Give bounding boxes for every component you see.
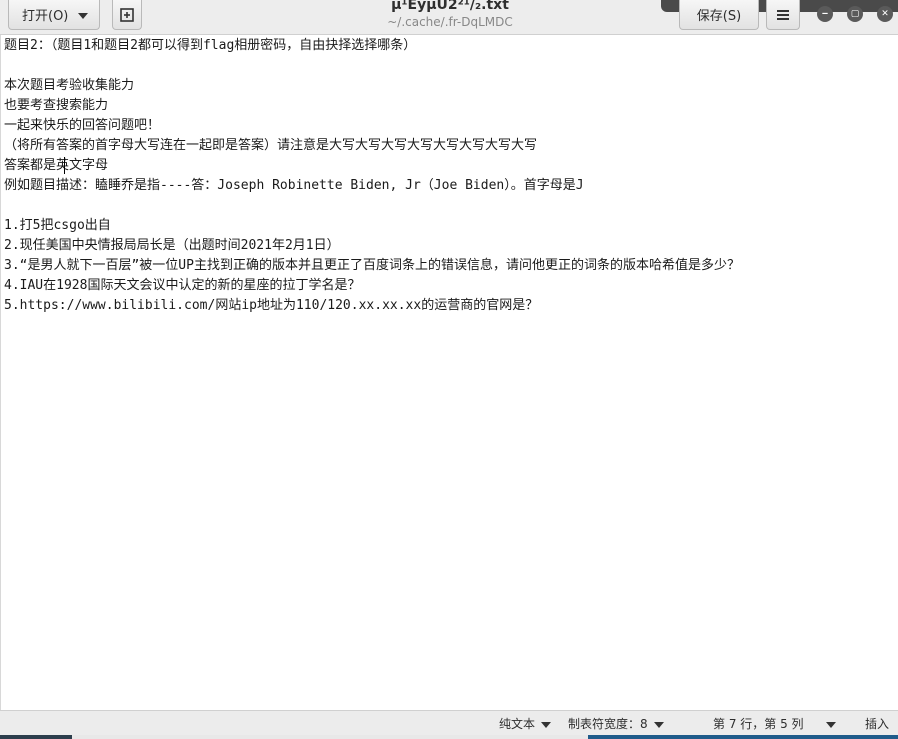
chevron-down-icon	[78, 13, 88, 19]
editor-window: 打开(O) µ¹ÈýµU2²¹/₂.txt ~/.cache/.fr-DqLMD…	[0, 0, 898, 735]
new-document-icon	[120, 7, 134, 22]
chevron-down-icon	[825, 721, 836, 728]
tab-width-selector[interactable]: 制表符宽度：8	[568, 715, 664, 732]
cursor-position-label: 第 7 行，第 5 列	[713, 717, 804, 731]
text-line: 3.“是男人就下一百层”被一位UP主找到正确的版本并且更正了百度词条上的错误信息…	[4, 258, 740, 273]
desktop-taskbar-strip	[0, 735, 898, 739]
chevron-down-icon	[653, 721, 664, 728]
insert-mode-indicator: 插入	[865, 717, 890, 731]
open-button-label: 打开(O)	[22, 9, 69, 24]
close-button[interactable]: ✕	[877, 6, 893, 22]
minimize-icon: ‒	[821, 8, 829, 19]
text-line: （将所有答案的首字母大写连在一起即是答案）请注意是大写大写大写大写大写大写大写大…	[4, 138, 538, 153]
text-line: 本次题目考验收集能力	[4, 78, 135, 93]
text-line: 答案都是英文字母	[4, 158, 109, 173]
syntax-selector[interactable]: 纯文本	[499, 715, 552, 732]
window-title: µ¹ÈýµU2²¹/₂.txt	[391, 0, 509, 13]
hamburger-menu-icon	[777, 9, 789, 20]
status-bar: 纯文本 制表符宽度：8 第 7 行，第 5 列 插入	[0, 710, 898, 735]
text-cursor	[64, 157, 65, 174]
window-subtitle: ~/.cache/.fr-DqLMDC	[387, 15, 513, 29]
text-line: 4.IAU在1928国际天文会议中认定的新的星座的拉丁学名是？	[4, 278, 361, 293]
tab-width-label: 制表符宽度：8	[568, 717, 648, 731]
chevron-down-icon	[541, 721, 552, 728]
text-line: 例如题目描述：瞌睡乔是指----答：Joseph Robinette Biden…	[4, 178, 584, 193]
save-button[interactable]: 保存(S)	[679, 0, 759, 30]
maximize-icon: ▢	[850, 8, 860, 19]
open-button[interactable]: 打开(O)	[8, 0, 100, 30]
header-bar: 打开(O) µ¹ÈýµU2²¹/₂.txt ~/.cache/.fr-DqLMD…	[0, 0, 898, 35]
new-document-button[interactable]	[112, 0, 142, 30]
text-line: 也要考查搜索能力	[4, 98, 109, 113]
maximize-button[interactable]: ▢	[847, 6, 863, 22]
syntax-label: 纯文本	[499, 717, 536, 731]
save-button-label: 保存(S)	[696, 9, 742, 24]
text-line: 2.现任美国中央情报局局长是（出题时间2021年2月1日）	[4, 238, 340, 253]
text-line: 5.https://www.bilibili.com/网站ip地址为110/12…	[4, 298, 539, 313]
close-icon: ✕	[881, 8, 889, 19]
taskbar-segment	[72, 735, 592, 739]
text-editor-area[interactable]: 题目2：（题目1和题目2都可以得到flag相册密码，自由抉择选择哪条） 本次题目…	[0, 35, 898, 710]
menu-button[interactable]	[766, 0, 800, 30]
text-line: 1.打5把csgo出自	[4, 218, 111, 233]
minimize-button[interactable]: ‒	[817, 6, 833, 22]
cursor-position-selector[interactable]: 第 7 行，第 5 列	[713, 715, 836, 732]
taskbar-segment	[588, 735, 898, 739]
text-line: 题目2：（题目1和题目2都可以得到flag相册密码，自由抉择选择哪条）	[4, 38, 417, 53]
text-line: 一起来快乐的回答问题吧！	[4, 118, 161, 133]
